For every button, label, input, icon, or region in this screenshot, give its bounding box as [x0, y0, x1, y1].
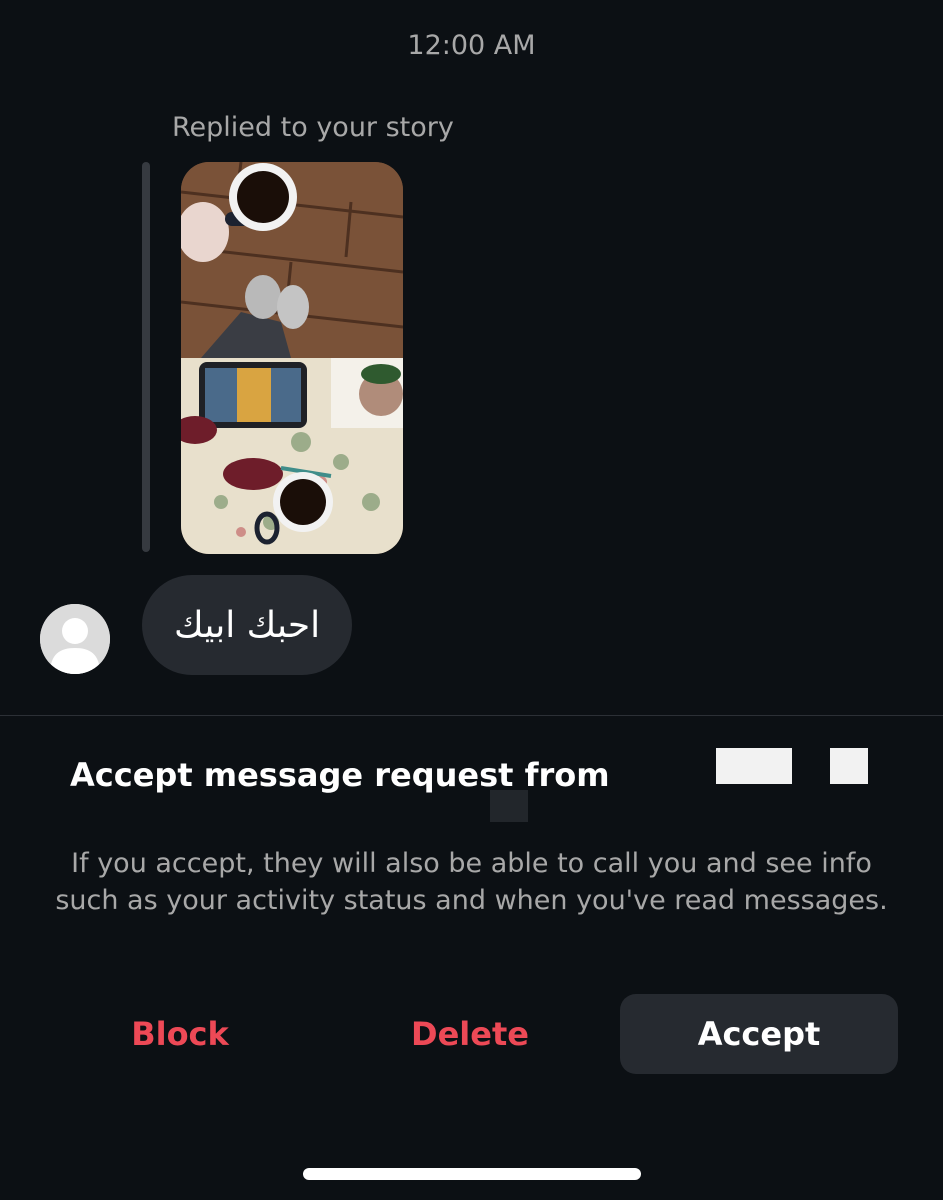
request-description: If you accept, they will also be able to…	[55, 848, 888, 916]
dm-request-screen: 12:00 AM Replied to your story احبك ابيك…	[0, 0, 943, 1200]
home-indicator[interactable]	[303, 1168, 641, 1180]
story-thumbnail[interactable]	[181, 162, 403, 554]
story-reply-indicator-bar	[142, 162, 150, 552]
story-reply-caption: Replied to your story	[172, 112, 454, 143]
message-timestamp: 12:00 AM	[407, 30, 536, 61]
redaction-block	[490, 790, 528, 822]
request-title: Accept message request from	[70, 756, 610, 794]
avatar-silhouette	[40, 604, 110, 674]
accept-button[interactable]: Accept	[620, 994, 898, 1074]
section-divider	[0, 715, 943, 716]
default-profile-avatar-icon[interactable]	[40, 604, 110, 674]
redaction-block	[830, 748, 868, 784]
message-bubble[interactable]: احبك ابيك	[142, 575, 353, 675]
block-button[interactable]: Block	[60, 994, 300, 1074]
redaction-block	[716, 748, 792, 784]
delete-button[interactable]: Delete	[350, 994, 590, 1074]
story-image	[181, 162, 403, 554]
